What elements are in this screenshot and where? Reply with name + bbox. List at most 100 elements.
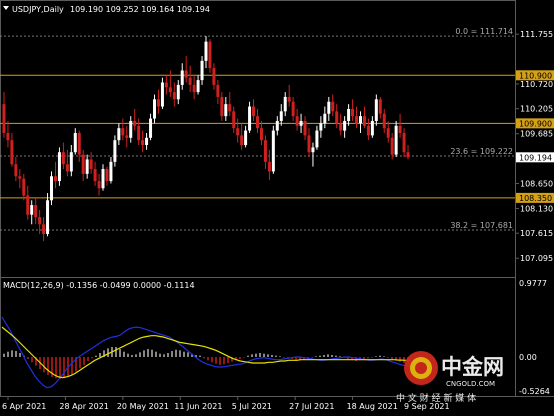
price-tick-label: 109.685 [520, 130, 553, 139]
candle-body [46, 200, 50, 234]
candle-body [240, 135, 244, 145]
candle-body [93, 169, 97, 182]
candle-body [42, 224, 46, 234]
resistance-high-value: 110.900 [519, 71, 552, 80]
candle-body [224, 104, 228, 117]
candle-body [109, 161, 113, 182]
candle-body [200, 60, 204, 81]
candle-body [208, 41, 212, 69]
candle-body [216, 84, 220, 97]
candle-body [81, 154, 85, 174]
candle-body [164, 82, 168, 88]
candle-body [125, 135, 129, 138]
price-tick-label: 110.205 [520, 105, 553, 114]
candle-body [347, 108, 351, 121]
ohlc-values: 109.190 109.252 109.164 109.194 [70, 5, 210, 14]
macd-tick-top: 0.9777 [519, 279, 547, 288]
candle-body [22, 178, 26, 196]
fib-38-2-label: 38.2 = 107.681 [450, 221, 513, 230]
candle-body [6, 132, 10, 141]
candle-body [291, 101, 295, 117]
candle-body [236, 128, 240, 136]
candle-body [30, 205, 34, 215]
candle-body [327, 101, 331, 114]
fib-23-6-label: 23.6 = 109.222 [450, 147, 513, 156]
time-tick-label: 6 Apr 2021 [2, 402, 46, 411]
candle-body [252, 106, 256, 117]
macd-tick-zero: 0.00 [519, 353, 537, 362]
candle-body [351, 108, 355, 117]
brand-chinese: 中金网 [441, 355, 504, 379]
candle-body [89, 159, 93, 170]
time-tick-label: 5 Jul 2021 [232, 402, 272, 411]
candle-body [366, 125, 370, 136]
candle-body [129, 120, 133, 138]
candle-body [160, 82, 164, 107]
candle-body [117, 128, 121, 141]
candle-body [315, 130, 319, 148]
candle-body [180, 70, 184, 85]
candle-body [228, 104, 232, 112]
price-tick-label: 108.130 [520, 204, 553, 213]
candle-body [335, 111, 339, 124]
candle-body [168, 87, 172, 93]
candle-body [105, 169, 109, 182]
candle-body [212, 68, 216, 85]
candle-body [374, 99, 378, 121]
candle-body [331, 101, 335, 112]
symbol-title: USDJPY,Daily [12, 5, 64, 14]
candle-body [172, 92, 176, 100]
candle-body [204, 41, 208, 61]
candle-body [319, 123, 323, 131]
candle-body [390, 137, 394, 155]
price-tick-label: 107.095 [520, 254, 553, 263]
candle-body [244, 130, 248, 145]
candle-body [386, 128, 390, 138]
candle-body [323, 113, 327, 124]
candle-body [196, 80, 200, 93]
candle-body [53, 176, 57, 182]
time-tick-label: 28 Apr 2021 [59, 402, 108, 411]
candle-body [382, 113, 386, 129]
candle-body [232, 111, 236, 129]
trading-terminal: USDJPY,Daily 109.190 109.252 109.164 109… [0, 0, 554, 416]
candle-body [2, 104, 6, 133]
fib-0-label: 0.0 = 111.714 [455, 27, 513, 36]
candle-body [355, 116, 359, 124]
candle-body [184, 70, 188, 78]
candle-body [370, 120, 374, 136]
support-value: 108.350 [519, 194, 552, 203]
candle-body [188, 77, 192, 85]
candle-body [263, 140, 267, 162]
candle-body [259, 128, 263, 141]
candle-body [275, 120, 279, 131]
candle-body [283, 96, 287, 112]
candle-body [287, 96, 291, 102]
candle-body [192, 84, 196, 93]
current-price-value: 109.194 [519, 153, 552, 162]
brand-url: CNGOLD.COM [446, 380, 495, 388]
candle-body [34, 205, 38, 218]
candle-body [10, 140, 14, 165]
candle-body [295, 116, 299, 126]
candle-body [378, 99, 382, 114]
candle-body [248, 106, 252, 131]
candle-body [307, 135, 311, 153]
candle-body [394, 125, 398, 155]
candle-body [18, 176, 22, 179]
candle-body [73, 132, 77, 153]
candle-body [97, 181, 101, 189]
candle-body [279, 111, 283, 121]
candle-body [57, 152, 61, 182]
candle-body [141, 140, 145, 145]
candle-body [50, 176, 54, 201]
candle-body [255, 116, 259, 129]
price-tick-label: 108.650 [520, 179, 553, 188]
time-tick-label: 20 May 2021 [117, 402, 169, 411]
candle-body [339, 123, 343, 131]
candle-body [362, 116, 366, 126]
candle-body [113, 140, 117, 162]
candle-body [69, 152, 73, 172]
candle-body [220, 96, 224, 117]
macd-title: MACD(12,26,9) -0.1356 -0.0499 0.0000 -0.… [3, 281, 195, 290]
